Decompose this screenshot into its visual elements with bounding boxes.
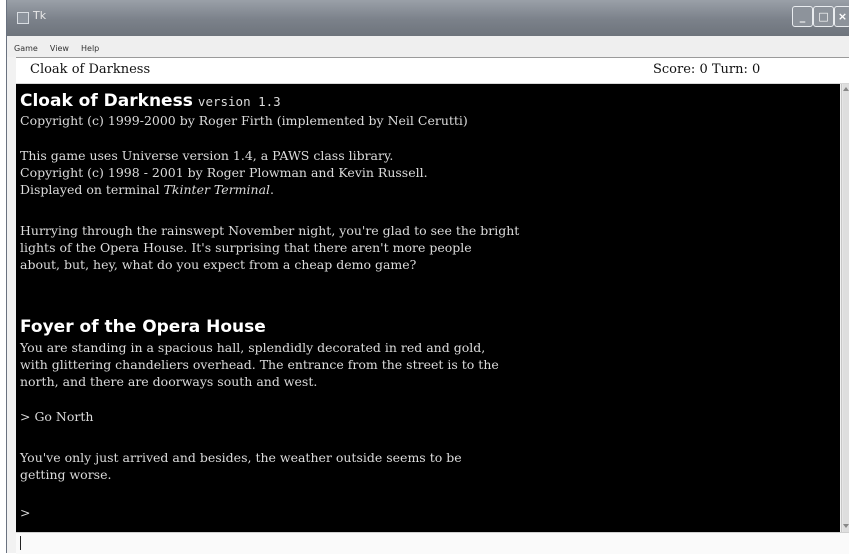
- menu-bar: Game View Help: [7, 36, 849, 57]
- close-button[interactable]: ×: [834, 6, 849, 27]
- status-game-title: Cloak of Darkness: [30, 62, 151, 77]
- terminal-output[interactable]: Cloak of Darkness version 1.3 Copyright …: [16, 84, 840, 532]
- menu-game[interactable]: Game: [14, 44, 38, 53]
- displayed-prefix: Displayed on terminal: [20, 182, 164, 197]
- score-value: 0: [699, 62, 708, 77]
- text-cursor: [20, 536, 21, 550]
- minimize-button[interactable]: _: [792, 6, 813, 27]
- banner-version: version 1.3: [197, 94, 281, 109]
- vertical-scrollbar[interactable]: [841, 84, 849, 532]
- banner-title: Cloak of Darkness: [20, 91, 193, 111]
- terminal-name: Tkinter Terminal: [163, 182, 271, 197]
- window-title: Tk: [33, 9, 47, 22]
- status-line: Cloak of Darkness Score: 0 Turn: 0: [16, 57, 849, 84]
- banner-line: Cloak of Darkness version 1.3: [20, 91, 281, 111]
- scroll-thumb[interactable]: [843, 84, 849, 532]
- turn-label: Turn:: [711, 62, 748, 77]
- score-turn-readout: Score: 0 Turn: 0: [653, 62, 760, 77]
- maximize-button[interactable]: □: [813, 6, 834, 27]
- input-prompt[interactable]: >: [20, 504, 30, 521]
- score-label: Score:: [653, 62, 696, 77]
- copyright-line: Copyright (c) 1999-2000 by Roger Firth (…: [20, 113, 468, 128]
- command-echo: > Go North: [20, 409, 94, 424]
- app-window: Tk _ □ × Game View Help Cloak of Darknes…: [6, 0, 849, 554]
- room-description-line: with glittering chandeliers overhead. Th…: [20, 357, 499, 372]
- title-bar[interactable]: Tk _ □ ×: [7, 0, 849, 36]
- room-title: Foyer of the Opera House: [20, 317, 266, 337]
- response-line: getting worse.: [20, 467, 112, 482]
- input-field[interactable]: [16, 532, 849, 554]
- turn-value: 0: [752, 62, 761, 77]
- intro-line: Hurrying through the rainswept November …: [20, 223, 520, 238]
- menu-help[interactable]: Help: [81, 44, 99, 53]
- universe-line-2: Copyright (c) 1998 - 2001 by Roger Plowm…: [20, 165, 428, 180]
- room-description-line: north, and there are doorways south and …: [20, 374, 318, 389]
- response-line: You've only just arrived and besides, th…: [20, 450, 462, 465]
- universe-line-1: This game uses Universe version 1.4, a P…: [20, 148, 394, 163]
- displayed-on-line: Displayed on terminal Tkinter Terminal.: [20, 181, 274, 198]
- menu-view[interactable]: View: [50, 44, 69, 53]
- scroll-up-arrow-icon[interactable]: [843, 87, 849, 91]
- intro-line: lights of the Opera House. It's surprisi…: [20, 240, 472, 255]
- intro-line: about, but, hey, what do you expect from…: [20, 257, 417, 272]
- scroll-down-arrow-icon[interactable]: [843, 524, 849, 528]
- displayed-suffix: .: [270, 182, 274, 197]
- tk-app-icon: [17, 12, 29, 24]
- room-description-line: You are standing in a spacious hall, spl…: [20, 340, 486, 355]
